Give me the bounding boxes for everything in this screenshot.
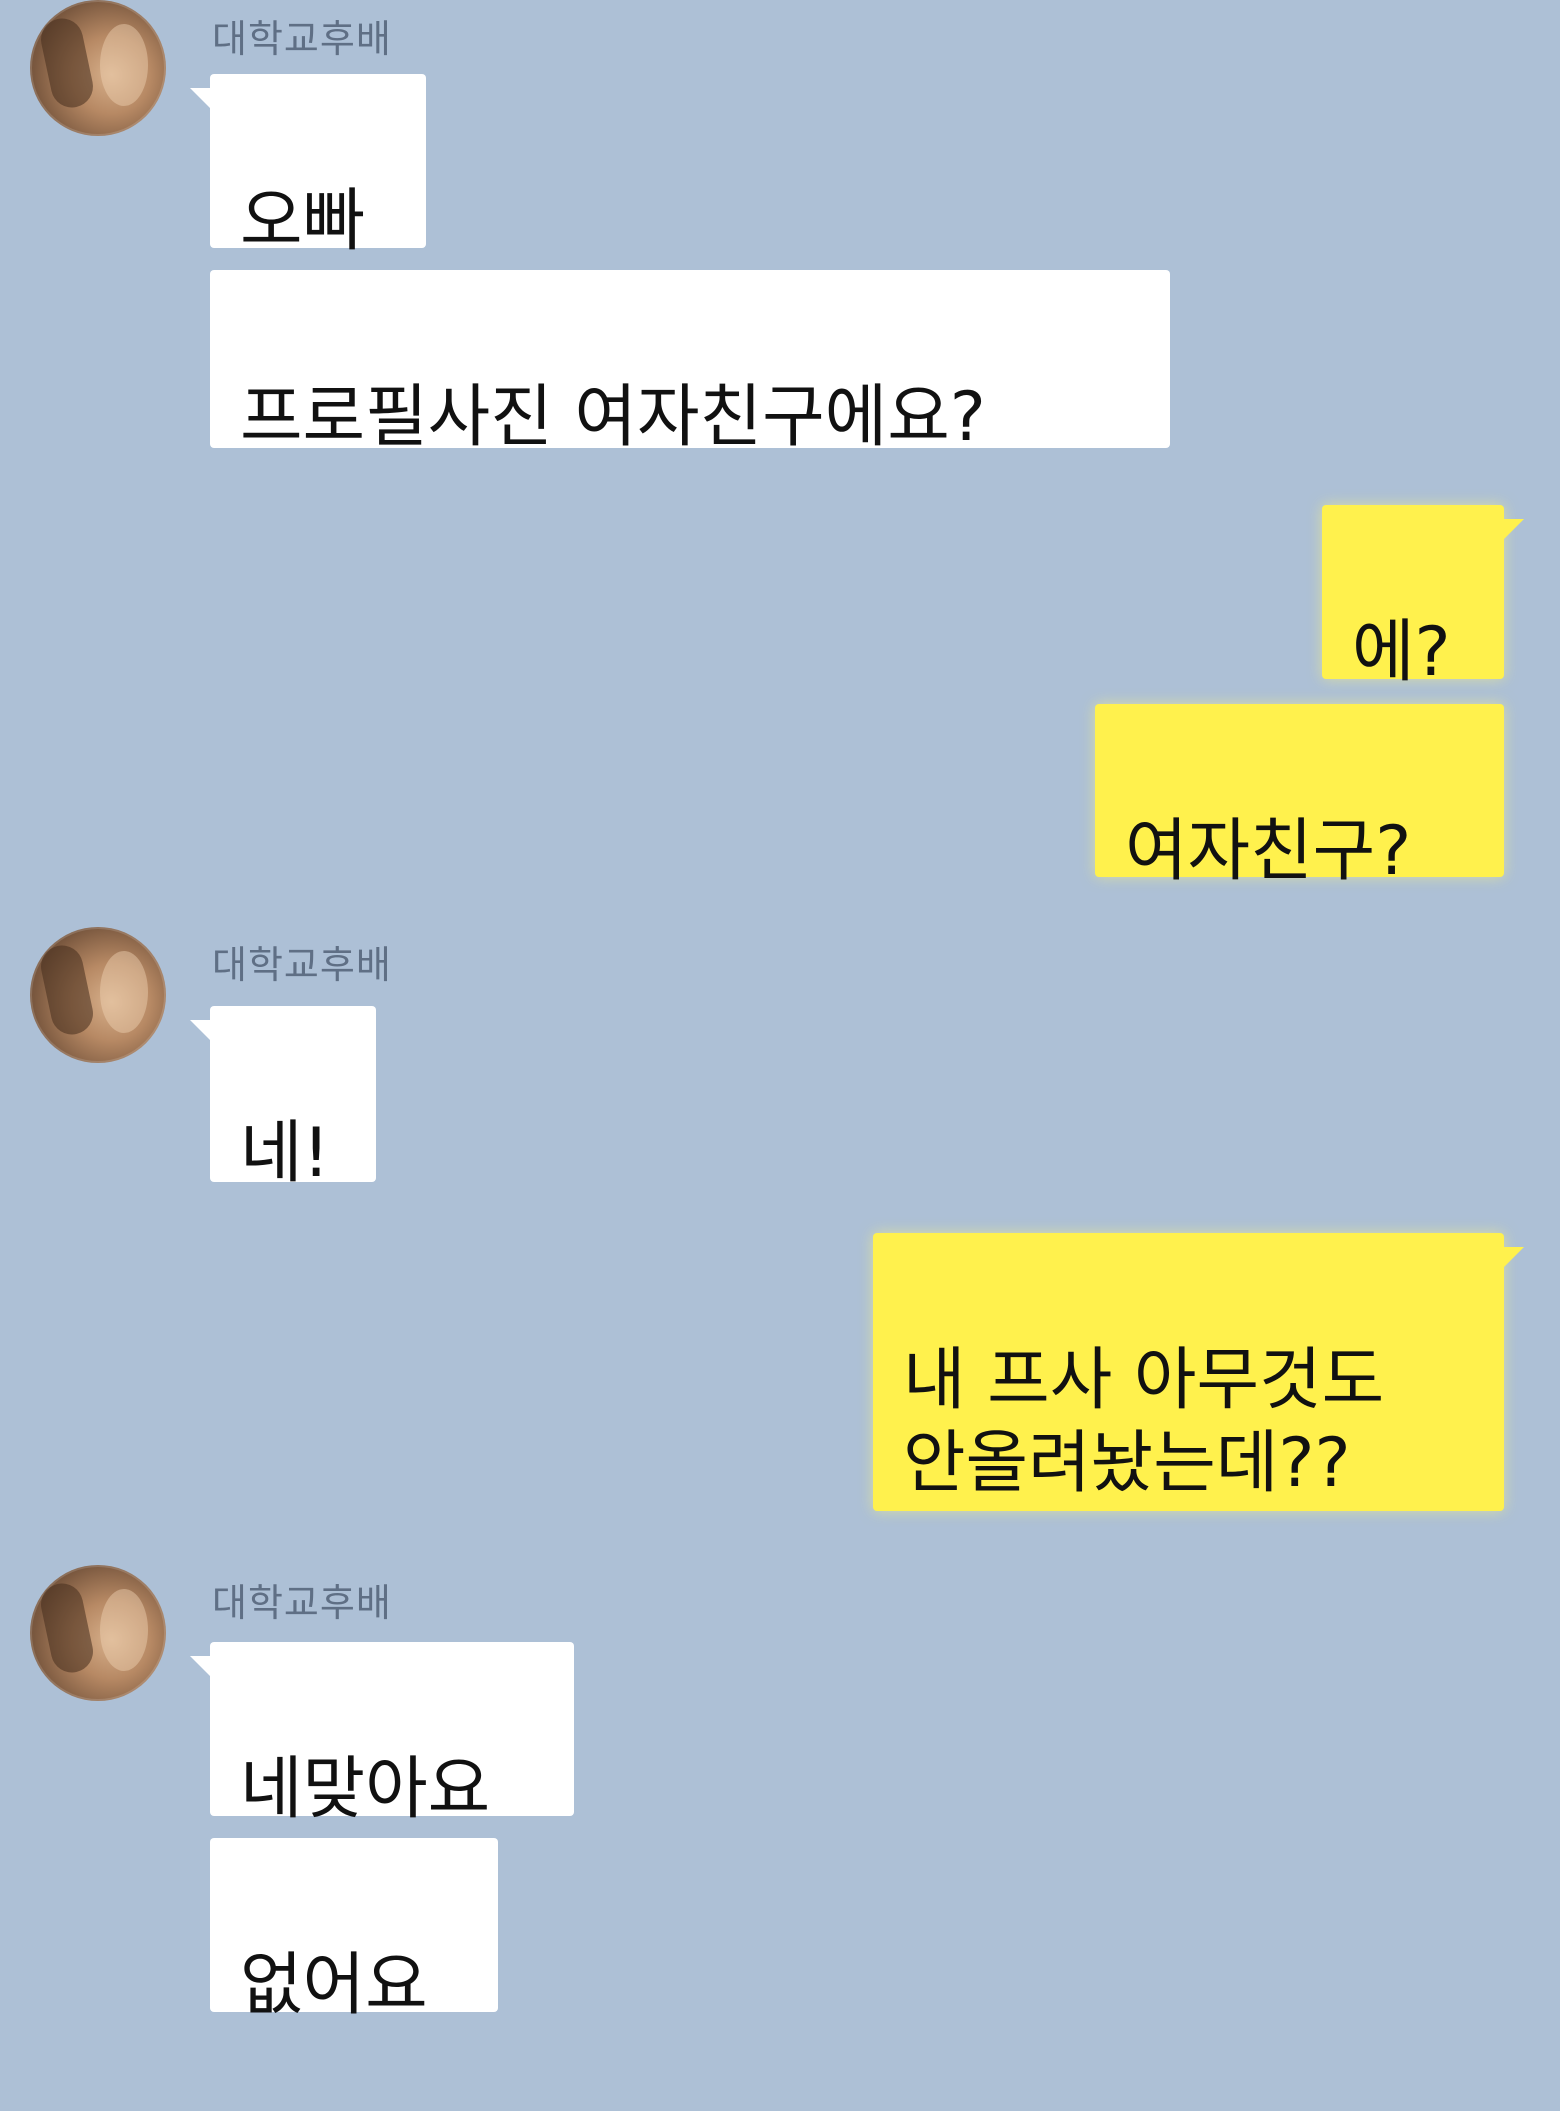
message-bubble-incoming[interactable]: 프로필사진 여자친구에요? (210, 270, 1170, 457)
avatar[interactable] (30, 0, 166, 136)
message-text: 오빠 (240, 181, 366, 261)
message-bubble-incoming[interactable]: 오빠 (190, 74, 426, 261)
message-text: 네맞아요 (240, 1749, 491, 1829)
message-bubble-incoming[interactable]: 네! (190, 1006, 376, 1193)
message-bubble-incoming[interactable]: 없어요 (210, 1838, 498, 2025)
sender-name: 대학교후배 (212, 943, 392, 987)
message-bubble-incoming[interactable]: 네맞아요 (190, 1642, 574, 1829)
message-bubble-outgoing[interactable]: 여자친구? (1095, 704, 1504, 891)
sender-name: 대학교후배 (212, 17, 392, 61)
avatar[interactable] (30, 1565, 166, 1701)
message-text: 없어요 (240, 1945, 428, 2025)
sender-name: 대학교후배 (212, 1581, 392, 1625)
message-bubble-outgoing[interactable]: 에? (1322, 505, 1524, 692)
message-text: 프로필사진 여자친구에요? (240, 377, 986, 457)
message-text: 네! (240, 1113, 330, 1193)
avatar[interactable] (30, 927, 166, 1063)
chat-thread: 대학교후배 오빠 프로필사진 여자친구에요? 에? 여자친구? 대학교후배 네!… (0, 0, 1560, 2025)
message-text: 에? (1352, 612, 1451, 692)
message-text: 내 프사 아무것도 안올려놨는데?? (903, 1340, 1385, 1503)
message-text: 여자친구? (1125, 811, 1412, 891)
message-bubble-outgoing[interactable]: 내 프사 아무것도 안올려놨는데?? (873, 1233, 1524, 1511)
